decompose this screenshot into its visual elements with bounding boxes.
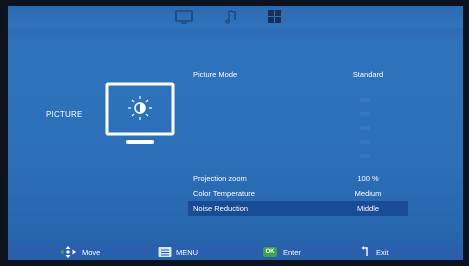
menu-item-projection-zoom[interactable]: Projection zoom 100 % — [188, 171, 408, 186]
key-hint-bar: Move MENU OK Enter Exit — [8, 244, 463, 260]
ok-key-icon: OK — [263, 247, 277, 257]
music-note-icon — [225, 10, 236, 24]
picture-mode-value: Standard — [352, 70, 384, 79]
hidden-item-placeholder — [360, 98, 370, 102]
tab-setup[interactable] — [264, 8, 286, 26]
move-label: Move — [82, 248, 101, 257]
section-title: PICTURE — [46, 110, 83, 119]
noise-reduction-label: Noise Reduction — [193, 204, 249, 213]
dpad-icon — [60, 246, 76, 260]
menu-tab-bar — [8, 6, 463, 28]
exit-label: Exit — [376, 248, 389, 257]
color-temperature-value: Medium — [354, 189, 382, 198]
return-arrow-icon — [360, 246, 372, 260]
noise-reduction-value: Middle — [356, 204, 380, 213]
tab-tv[interactable] — [173, 8, 195, 26]
monitor-brightness-icon — [103, 82, 179, 148]
hidden-item-placeholder — [360, 140, 370, 144]
tv-screen: PICTURE Picture Mode Standard Projection… — [0, 0, 469, 266]
menu-label: MENU — [176, 248, 199, 257]
projection-zoom-value: 100 % — [357, 174, 379, 183]
enter-label: Enter — [283, 248, 301, 257]
hidden-item-placeholder — [360, 126, 370, 130]
picture-mode-label: Picture Mode — [193, 70, 238, 79]
setup-grid-icon — [268, 10, 281, 23]
tv-icon — [175, 10, 193, 24]
menu-item-noise-reduction[interactable]: Noise Reduction Middle — [188, 201, 408, 216]
tab-sound[interactable] — [220, 8, 242, 26]
menu-icon — [158, 246, 172, 260]
menu-item-color-temperature[interactable]: Color Temperature Medium — [188, 186, 408, 201]
settings-panel: PICTURE Picture Mode Standard Projection… — [8, 6, 463, 260]
hidden-item-placeholder — [360, 112, 370, 116]
color-temperature-label: Color Temperature — [193, 189, 255, 198]
hidden-item-placeholder — [360, 154, 370, 158]
menu-item-picture-mode[interactable]: Picture Mode Standard — [188, 67, 408, 82]
projection-zoom-label: Projection zoom — [193, 174, 247, 183]
